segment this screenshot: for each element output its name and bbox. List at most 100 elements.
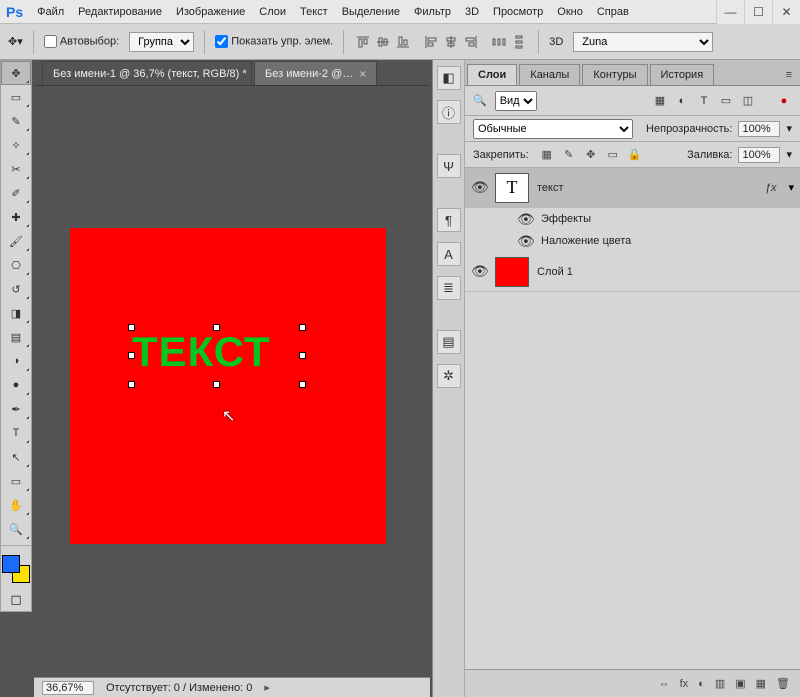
filter-type-icon[interactable]: T [696, 93, 712, 109]
tool-dodge[interactable]: ● [1, 373, 31, 397]
layer-row-text[interactable]: 👁 T текст ƒx ▾ [465, 168, 800, 208]
filter-toggle-dot-icon[interactable]: ● [776, 93, 792, 109]
tool-type[interactable]: T [1, 421, 31, 445]
distribute-v-icon[interactable] [510, 33, 528, 51]
dock-info-icon[interactable]: ⓘ [437, 100, 461, 124]
align-right-icon[interactable] [462, 33, 480, 51]
tool-eyedropper[interactable]: ✐ [1, 181, 31, 205]
tab-layers[interactable]: Слои [467, 64, 517, 85]
distribute-h-icon[interactable] [490, 33, 508, 51]
menu-filter[interactable]: Фильтр [414, 6, 451, 18]
tool-heal[interactable]: ✚ [1, 205, 31, 229]
dock-color-icon[interactable]: ◧ [437, 66, 461, 90]
filter-shape-icon[interactable]: ▭ [718, 93, 734, 109]
menu-3d[interactable]: 3D [465, 6, 479, 18]
align-hcenter-icon[interactable] [442, 33, 460, 51]
add-adjustment-icon[interactable]: ▥ [715, 677, 725, 690]
tab-channels[interactable]: Каналы [519, 64, 580, 85]
text-layer-bounds[interactable]: ТЕКСТ [132, 328, 302, 384]
tool-history[interactable]: ↺ [1, 277, 31, 301]
lock-position-icon[interactable]: ✥ [583, 148, 599, 161]
link-layers-icon[interactable]: ⇔ [659, 678, 670, 690]
autoselect-type-select[interactable]: Группа [129, 32, 194, 52]
status-popup-icon[interactable]: ▸ [264, 681, 270, 694]
window-maximize-button[interactable]: ☐ [744, 0, 772, 24]
lock-all-icon[interactable]: 🔒 [627, 148, 643, 161]
filter-adjust-icon[interactable]: ◐ [674, 93, 690, 109]
layer-effects-header[interactable]: 👁 Эффекты [465, 208, 800, 230]
tool-hand[interactable]: ✋ [1, 493, 31, 517]
menu-text[interactable]: Текст [300, 6, 328, 18]
tool-gradient[interactable]: ▤ [1, 325, 31, 349]
menu-edit[interactable]: Редактирование [78, 6, 162, 18]
canvas-area[interactable]: ТЕКСТ ↖ [34, 86, 430, 677]
autoselect-checkbox[interactable]: Автовыбор: [44, 35, 119, 48]
window-minimize-button[interactable]: — [716, 0, 744, 24]
dock-styles-icon[interactable]: ≣ [437, 276, 461, 300]
window-close-button[interactable]: ✕ [772, 0, 800, 24]
tool-lasso[interactable]: ✎ [1, 109, 31, 133]
dock-library-icon[interactable]: ▤ [437, 330, 461, 354]
panel-menu-icon[interactable]: ≡ [778, 65, 800, 85]
dock-brushes-icon[interactable]: Ψ [437, 154, 461, 178]
visibility-icon[interactable]: 👁 [517, 233, 533, 250]
tool-brush[interactable]: 🖌 [1, 229, 31, 253]
add-fx-icon[interactable]: fx [680, 678, 689, 690]
document-tab-2[interactable]: Без имени-2 @… × [254, 61, 377, 85]
show-transform-checkbox[interactable]: Показать упр. элем. [215, 35, 333, 48]
tool-stamp[interactable]: ⎔ [1, 253, 31, 277]
tool-zoom[interactable]: 🔍 [1, 517, 31, 541]
zoom-value[interactable]: 36,67% [42, 681, 94, 695]
collapse-icon[interactable]: ▾ [788, 181, 794, 194]
tool-shape[interactable]: ▭ [1, 469, 31, 493]
tool-marquee[interactable]: ▭ [1, 85, 31, 109]
menu-file[interactable]: Файл [37, 6, 64, 18]
menu-window[interactable]: Окно [557, 6, 583, 18]
lock-transparent-icon[interactable]: ▦ [539, 148, 555, 161]
font-select[interactable]: Zuna [573, 32, 713, 52]
dropdown-icon[interactable]: ▾ [786, 122, 792, 135]
lock-pixels-icon[interactable]: ✎ [561, 148, 577, 161]
new-group-icon[interactable]: ▣ [735, 677, 745, 690]
mode-3d-label[interactable]: 3D [549, 36, 563, 48]
tool-eraser[interactable]: ◨ [1, 301, 31, 325]
new-layer-icon[interactable]: ▦ [756, 677, 766, 690]
layer-row-pixel[interactable]: 👁 Слой 1 [465, 252, 800, 292]
menu-help[interactable]: Справ [597, 6, 629, 18]
tool-crop[interactable]: ✂ [1, 157, 31, 181]
align-left-icon[interactable] [422, 33, 440, 51]
layer-effect-item[interactable]: 👁 Наложение цвета [465, 230, 800, 252]
tool-quickmask[interactable]: ◻ [1, 587, 31, 611]
visibility-icon[interactable]: 👁 [517, 211, 533, 228]
align-vcenter-icon[interactable] [374, 33, 392, 51]
layer-name[interactable]: текст [537, 182, 757, 194]
layer-fx-badge[interactable]: ƒx [765, 182, 777, 194]
menu-view[interactable]: Просмотр [493, 6, 543, 18]
document-tab-1[interactable]: Без имени-1 @ 36,7% (текст, RGB/8) * × [42, 61, 252, 85]
menu-image[interactable]: Изображение [176, 6, 245, 18]
document-canvas[interactable]: ТЕКСТ [70, 228, 386, 544]
menu-select[interactable]: Выделение [342, 6, 400, 18]
close-icon[interactable]: × [359, 67, 366, 81]
color-swatch[interactable] [2, 555, 30, 583]
tool-pen[interactable]: ✒ [1, 397, 31, 421]
tool-blur[interactable]: ◑ [1, 349, 31, 373]
align-top-icon[interactable] [354, 33, 372, 51]
fill-value[interactable]: 100% [738, 147, 780, 163]
blend-mode-select[interactable]: Обычные [473, 119, 633, 139]
opacity-value[interactable]: 100% [738, 121, 780, 137]
tool-wand[interactable]: ✧ [1, 133, 31, 157]
menu-layers[interactable]: Слои [259, 6, 286, 18]
tool-move[interactable]: ✥ [1, 61, 31, 85]
foreground-color[interactable] [2, 555, 20, 573]
delete-layer-icon[interactable]: 🗑 [776, 677, 790, 690]
visibility-icon[interactable]: 👁 [471, 263, 487, 280]
filter-pixel-icon[interactable]: ▦ [652, 93, 668, 109]
tool-path[interactable]: ↖ [1, 445, 31, 469]
dock-character-icon[interactable]: A [437, 242, 461, 266]
layer-name[interactable]: Слой 1 [537, 266, 794, 278]
dock-paragraph-icon[interactable]: ¶ [437, 208, 461, 232]
tab-history[interactable]: История [650, 64, 715, 85]
tab-paths[interactable]: Контуры [582, 64, 647, 85]
filter-smart-icon[interactable]: ◫ [740, 93, 756, 109]
